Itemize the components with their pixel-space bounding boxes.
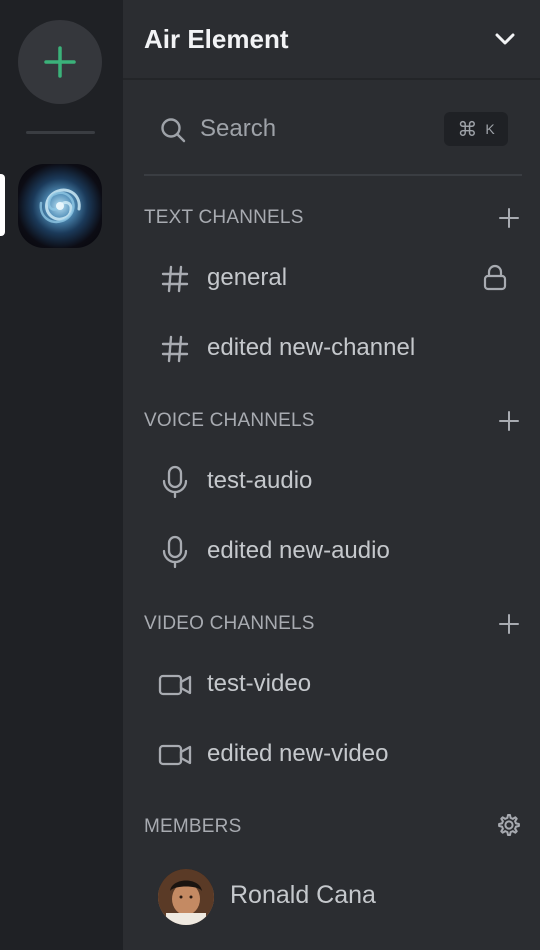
channel-edited-new-channel[interactable]: edited new-channel [144,320,522,376]
section-title: MEMBERS [144,816,242,837]
microphone-icon [158,535,192,569]
gear-icon[interactable] [496,812,522,838]
channel-label: test-audio [207,467,313,494]
member-name: Ronald Cana [230,881,376,909]
search-placeholder: Search [200,115,277,142]
search-bar[interactable]: Search ⌘ K [144,100,522,158]
channel-label: edited new-channel [207,334,416,361]
section-title: VIDEO CHANNELS [144,613,315,634]
hash-icon [158,262,192,296]
section-title: VOICE CHANNELS [144,410,315,431]
channel-panel: Air Element Search ⌘ K TEXT CHANNELS gen… [123,0,540,950]
galaxy-image [39,188,81,224]
channel-label: general [207,264,288,291]
voice-channels-header: VOICE CHANNELS [144,406,522,436]
server-header[interactable]: Air Element [123,0,540,80]
channel-label: test-video [207,670,312,697]
video-channels-header: VIDEO CHANNELS [144,609,522,639]
members-header: MEMBERS [144,812,522,842]
member-item[interactable]: Ronald Cana [144,866,522,928]
divider [144,174,522,176]
chevron-down-icon[interactable] [494,28,516,50]
add-server-button[interactable] [18,20,102,104]
section-title: TEXT CHANNELS [144,207,304,228]
add-text-channel-icon[interactable] [496,205,522,231]
text-channels-header: TEXT CHANNELS [144,203,522,233]
avatar [158,869,214,925]
channel-label: edited new-audio [207,537,390,564]
channel-label: edited new-video [207,740,389,767]
search-shortcut-badge: ⌘ K [444,112,508,146]
command-key-icon: ⌘ [457,117,478,141]
server-icon-air-element[interactable] [18,164,102,248]
server-name: Air Element [144,23,289,54]
shortcut-key: K [485,121,495,137]
video-camera-icon [158,738,192,772]
lock-icon [483,264,507,291]
add-voice-channel-icon[interactable] [496,408,522,434]
server-rail [0,0,123,950]
rail-separator [26,131,95,134]
channel-general[interactable]: general [144,250,522,306]
channel-test-video[interactable]: test-video [144,656,522,712]
channel-edited-new-video[interactable]: edited new-video [144,726,522,782]
microphone-icon [158,465,192,499]
add-video-channel-icon[interactable] [496,611,522,637]
video-camera-icon [158,668,192,702]
hash-icon [158,332,192,366]
search-icon [161,118,186,143]
channel-test-audio[interactable]: test-audio [144,453,522,509]
channel-edited-new-audio[interactable]: edited new-audio [144,523,522,579]
active-server-indicator [0,174,5,236]
plus-icon [44,46,76,78]
